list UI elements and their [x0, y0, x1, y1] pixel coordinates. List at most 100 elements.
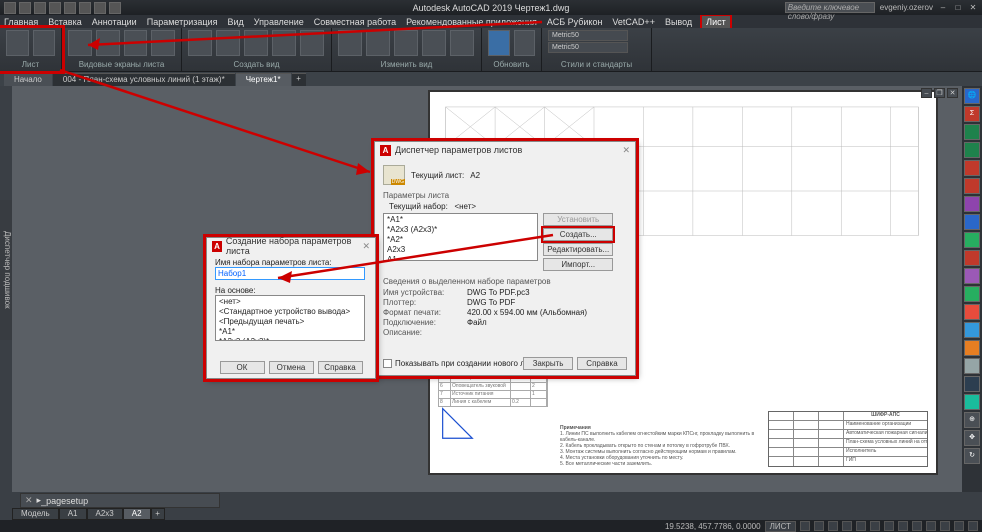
tool-icon[interactable]: [964, 322, 980, 338]
tool-icon[interactable]: [964, 214, 980, 230]
dialog-titlebar[interactable]: A Создание набора параметров листа ✕: [207, 238, 375, 254]
ribbon-btn[interactable]: [514, 30, 536, 56]
qat-plot-icon[interactable]: [79, 2, 91, 14]
status-icon[interactable]: [968, 521, 978, 531]
status-icon[interactable]: [814, 521, 824, 531]
status-icon[interactable]: [926, 521, 936, 531]
app-menu-icon[interactable]: [4, 2, 16, 14]
cmdline-close-icon[interactable]: ✕: [25, 495, 33, 506]
menu-item[interactable]: АСБ Рубикон: [547, 17, 603, 27]
menu-item[interactable]: Совместная работа: [314, 17, 396, 27]
ribbon-btn[interactable]: [96, 30, 120, 56]
ok-button[interactable]: ОК: [220, 361, 265, 374]
ribbon-style-dropdown[interactable]: Metric50: [548, 30, 628, 41]
edit-button[interactable]: Редактировать...: [543, 243, 613, 256]
tool-icon[interactable]: [964, 340, 980, 356]
ribbon-btn[interactable]: [151, 30, 175, 56]
command-line[interactable]: ✕ ▸ _pagesetup: [20, 493, 220, 508]
tool-icon[interactable]: [964, 178, 980, 194]
user-label[interactable]: evgeniy.ozerov: [880, 3, 933, 12]
minimize-icon[interactable]: –: [938, 3, 948, 13]
doc-close-icon[interactable]: ✕: [947, 88, 958, 98]
ribbon-btn-refresh[interactable]: [488, 30, 510, 56]
tool-icon[interactable]: [964, 142, 980, 158]
dialog-close-icon[interactable]: ✕: [362, 241, 370, 252]
layout-tab-active[interactable]: A2: [123, 508, 151, 520]
status-icon[interactable]: [842, 521, 852, 531]
qat-save-icon[interactable]: [49, 2, 61, 14]
base-list[interactable]: <нет> <Стандартное устройство вывода> <П…: [215, 295, 365, 341]
nav-compass-icon[interactable]: ⊕: [964, 412, 980, 428]
sigma-icon[interactable]: Σ: [964, 106, 980, 122]
tool-icon[interactable]: [964, 304, 980, 320]
nav-orbit-icon[interactable]: ↻: [964, 448, 980, 464]
menu-item[interactable]: Вставка: [48, 17, 81, 27]
menu-item[interactable]: Параметризация: [147, 17, 218, 27]
ribbon-btn[interactable]: [338, 30, 362, 56]
page-setup-list[interactable]: *A1* *A2x3 (A2x3)* *A2* A2x3 A1: [383, 213, 538, 261]
maximize-icon[interactable]: □: [953, 3, 963, 13]
doc-restore-icon[interactable]: ❐: [934, 88, 945, 98]
menu-item[interactable]: Вывод: [665, 17, 692, 27]
ribbon-btn[interactable]: [124, 30, 148, 56]
doc-minimize-icon[interactable]: –: [921, 88, 932, 98]
tool-icon[interactable]: [964, 394, 980, 410]
tool-icon[interactable]: [964, 286, 980, 302]
close-icon[interactable]: ✕: [968, 3, 978, 13]
ribbon-btn-new-layout[interactable]: [6, 30, 29, 56]
menu-item[interactable]: Главная: [4, 17, 38, 27]
status-icon[interactable]: [828, 521, 838, 531]
ribbon-btn[interactable]: [244, 30, 268, 56]
ribbon-btn[interactable]: [68, 30, 92, 56]
status-icon[interactable]: [870, 521, 880, 531]
tool-icon[interactable]: [964, 358, 980, 374]
tool-icon[interactable]: [964, 250, 980, 266]
layout-tab[interactable]: A1: [59, 508, 87, 520]
qat-new-icon[interactable]: [19, 2, 31, 14]
dialog-close-icon[interactable]: ✕: [622, 145, 630, 156]
name-input[interactable]: Набор1: [215, 267, 365, 280]
tool-icon[interactable]: [964, 160, 980, 176]
ribbon-btn[interactable]: [450, 30, 474, 56]
help-button[interactable]: Справка: [318, 361, 363, 374]
tool-icon[interactable]: [964, 196, 980, 212]
space-toggle[interactable]: ЛИСТ: [765, 521, 796, 532]
web-icon[interactable]: 🌐: [964, 88, 980, 104]
show-on-new-checkbox[interactable]: [383, 359, 392, 368]
tool-icon[interactable]: [964, 376, 980, 392]
ribbon-btn[interactable]: [300, 30, 324, 56]
tool-icon[interactable]: [964, 232, 980, 248]
file-tab-add[interactable]: +: [292, 73, 306, 86]
sheetset-manager-tab[interactable]: Диспетчер подшивок: [0, 200, 12, 340]
create-button[interactable]: Создать...: [543, 228, 613, 241]
menu-item[interactable]: Рекомендованные приложения: [406, 17, 537, 27]
qat-redo-icon[interactable]: [109, 2, 121, 14]
status-icon[interactable]: [800, 521, 810, 531]
status-icon[interactable]: [898, 521, 908, 531]
menu-item[interactable]: Вид: [227, 17, 243, 27]
dialog-titlebar[interactable]: A Диспетчер параметров листов ✕: [375, 142, 635, 158]
menu-item[interactable]: VetCAD++: [612, 17, 655, 27]
ribbon-btn[interactable]: [422, 30, 446, 56]
file-tab[interactable]: 004 - План-схема условных линий (1 этаж)…: [53, 73, 235, 86]
set-current-button[interactable]: Установить: [543, 213, 613, 226]
close-button[interactable]: Закрыть: [523, 357, 573, 370]
status-icon[interactable]: [940, 521, 950, 531]
qat-saveas-icon[interactable]: [64, 2, 76, 14]
menu-item[interactable]: Аннотации: [92, 17, 137, 27]
import-button[interactable]: Импорт...: [543, 258, 613, 271]
qat-open-icon[interactable]: [34, 2, 46, 14]
qat-undo-icon[interactable]: [94, 2, 106, 14]
search-input[interactable]: Введите ключевое слово/фразу: [785, 2, 875, 13]
ribbon-btn[interactable]: [188, 30, 212, 56]
ribbon-btn-pagesetup[interactable]: [33, 30, 56, 56]
ribbon-style-dropdown[interactable]: Metric50: [548, 42, 628, 53]
ribbon-btn[interactable]: [272, 30, 296, 56]
ribbon-btn[interactable]: [216, 30, 240, 56]
ribbon-btn[interactable]: [366, 30, 390, 56]
ribbon-btn[interactable]: [394, 30, 418, 56]
status-icon[interactable]: [954, 521, 964, 531]
file-tab-start[interactable]: Начало: [4, 73, 52, 86]
menu-item-active[interactable]: Лист: [702, 16, 730, 28]
status-icon[interactable]: [856, 521, 866, 531]
